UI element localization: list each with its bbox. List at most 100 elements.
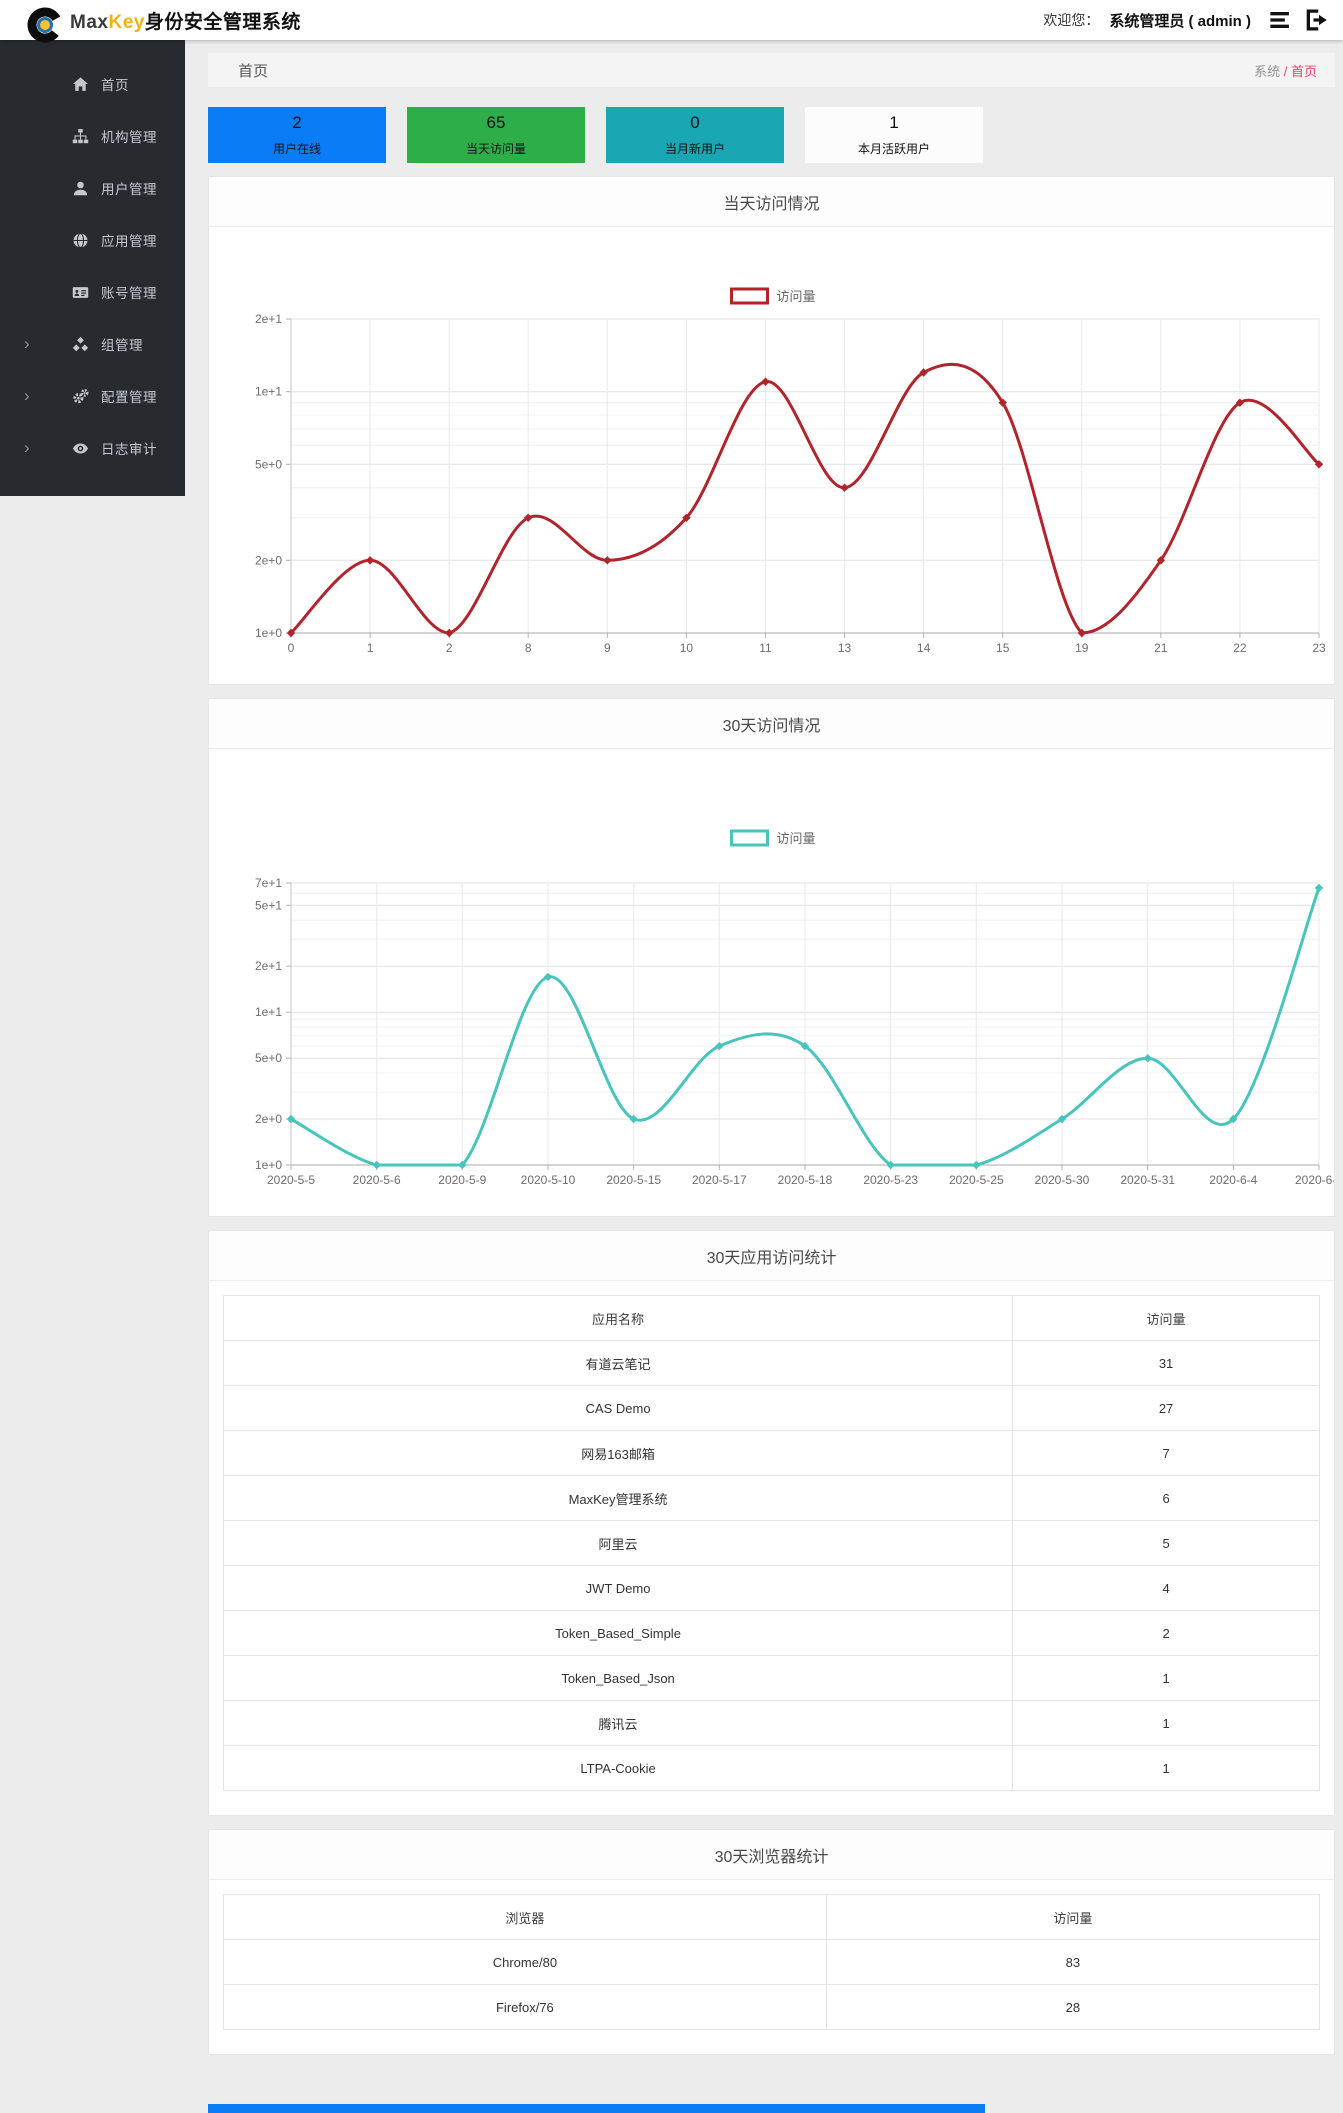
sidebar-item-config[interactable]: › 配置管理	[0, 370, 185, 422]
svg-text:访问量: 访问量	[777, 831, 816, 846]
svg-text:2020-5-6: 2020-5-6	[353, 1173, 401, 1187]
svg-text:19: 19	[1075, 641, 1089, 655]
table-cell: Chrome/80	[223, 1939, 827, 1985]
sidebar-item-groups[interactable]: › 组管理	[0, 318, 185, 370]
stat-card-4[interactable]: 1 本月活跃用户	[805, 107, 983, 163]
table-cell: 1	[1012, 1745, 1320, 1791]
svg-text:2020-5-23: 2020-5-23	[863, 1173, 918, 1187]
chevron-right-icon: ›	[24, 438, 30, 457]
svg-text:2: 2	[446, 641, 453, 655]
svg-text:2e+0: 2e+0	[255, 553, 282, 567]
panel-today-visits: 当天访问情况 2e+1 1e+1 5e+0 2e+0 1e+0 0 1 2 8 9 10 11 13 14…	[208, 176, 1335, 685]
chevron-right-icon: ›	[24, 334, 30, 353]
table-row: JWT Demo 4	[222, 1565, 1320, 1611]
table-cell: Firefox/76	[223, 1984, 827, 2030]
svg-text:2020-5-31: 2020-5-31	[1120, 1173, 1175, 1187]
table-row: LTPA-Cookie 1	[222, 1745, 1320, 1791]
svg-text:1e+0: 1e+0	[255, 1158, 282, 1172]
breadcrumb-separator: /	[1280, 63, 1291, 79]
sidebar-item-accounts[interactable]: 账号管理	[0, 266, 185, 318]
svg-text:9: 9	[604, 641, 611, 655]
chart-legend: 访问量	[730, 287, 816, 305]
svg-text:2020-5-30: 2020-5-30	[1035, 1173, 1090, 1187]
sidebar-item-label: 应用管理	[101, 234, 157, 249]
sidebar-item-label: 日志审计	[101, 442, 157, 457]
browser-stats-table-wrap: 浏览器 访问量 Chrome/80 83 Firefox/76 28	[209, 1880, 1334, 2054]
sidebar-item-apps[interactable]: 应用管理	[0, 214, 185, 266]
logout-icon[interactable]	[1303, 7, 1329, 33]
table-row: 有道云笔记 31	[222, 1340, 1320, 1386]
svg-text:2020-6-4: 2020-6-4	[1209, 1173, 1257, 1187]
table-row: CAS Demo 27	[222, 1385, 1320, 1431]
table-cell: 5	[1012, 1520, 1320, 1566]
table-cell: 4	[1012, 1565, 1320, 1611]
table-cell: 27	[1012, 1385, 1320, 1431]
table-cell: 有道云笔记	[222, 1340, 1014, 1386]
chart-legend: 访问量	[730, 829, 816, 847]
breadcrumb-root: 系统	[1254, 63, 1281, 79]
breadcrumb-trail: 系统 / 首页	[1254, 61, 1317, 80]
sidebar-item-home[interactable]: 首页	[0, 58, 185, 110]
sidebar-item-users[interactable]: 用户管理	[0, 162, 185, 214]
svg-text:21: 21	[1154, 641, 1168, 655]
table-cell: Token_Based_Json	[222, 1655, 1014, 1701]
svg-text:1e+1: 1e+1	[255, 385, 282, 399]
current-user: 系统管理员 ( admin )	[1109, 12, 1251, 30]
sidebar: 首页 机构管理 用户管理 应用管理 账号管理 › 组管理 › 配置管理 › 日志审计	[0, 40, 185, 496]
breadcrumb-current[interactable]: 首页	[1291, 64, 1317, 79]
svg-text:10: 10	[680, 641, 694, 655]
table-row: Chrome/80 83	[223, 1939, 1321, 1985]
table-header-row: 应用名称 访问量	[222, 1295, 1320, 1341]
sidebar-item-audit[interactable]: › 日志审计	[0, 422, 185, 474]
svg-text:0: 0	[288, 641, 295, 655]
svg-text:2020-5-15: 2020-5-15	[606, 1173, 661, 1187]
welcome-label: 欢迎您：	[1043, 12, 1100, 28]
table-row: Firefox/76 28	[223, 1984, 1321, 2030]
table-row: Token_Based_Json 1	[222, 1655, 1320, 1701]
user-icon	[70, 180, 90, 197]
svg-text:2020-5-18: 2020-5-18	[778, 1173, 833, 1187]
panel-header: 30天应用访问统计	[209, 1231, 1334, 1281]
table-row: Token_Based_Simple 2	[222, 1610, 1320, 1656]
session-list-icon[interactable]	[1267, 7, 1293, 33]
panel-header: 30天访问情况	[209, 699, 1334, 749]
bottom-bar	[208, 2104, 985, 2113]
panel-title: 30天浏览器统计	[714, 1848, 829, 1866]
globe-icon	[70, 232, 90, 249]
svg-text:13: 13	[838, 641, 852, 655]
svg-text:2020-5-10: 2020-5-10	[521, 1173, 576, 1187]
breadcrumb: 首页 系统 / 首页	[208, 53, 1335, 87]
maxkey-logo-icon	[27, 7, 63, 43]
sidebar-item-label: 账号管理	[101, 286, 157, 301]
stats-row: 2 用户在线 65 当天访问量 0 当月新用户 1 本月活跃用户	[208, 107, 1335, 163]
svg-text:14: 14	[917, 641, 931, 655]
svg-text:2020-6-5: 2020-6-5	[1295, 1173, 1334, 1187]
svg-text:2e+1: 2e+1	[255, 959, 282, 973]
sidebar-item-label: 机构管理	[101, 130, 157, 145]
panel-browser-stats: 30天浏览器统计 浏览器 访问量 Chrome/80 83 Firefox/76 28	[208, 1829, 1335, 2055]
sidebar-item-label: 组管理	[101, 338, 143, 353]
sidebar-item-org[interactable]: 机构管理	[0, 110, 185, 162]
stat-card-1[interactable]: 2 用户在线	[208, 107, 386, 163]
id-card-icon	[70, 284, 90, 301]
eye-icon	[70, 440, 90, 457]
table-cell: 83	[825, 1939, 1321, 1985]
panel-month-visits: 30天访问情况 7e+1 5e+1 2e+1 1e+1 5e+0 2e+0 1e+0 2020…	[208, 698, 1343, 1217]
table-row: 腾讯云 1	[222, 1700, 1320, 1746]
today-visits-chart: 2e+1 1e+1 5e+0 2e+0 1e+0 0 1 2 8 9 10 11 13 14 15 19 21 2…	[209, 227, 1334, 684]
app-visits-table: 应用名称 访问量 有道云笔记 31 CAS Demo 27 网易163邮箱 7 MaxKey管理…	[222, 1295, 1320, 1791]
svg-text:22: 22	[1233, 641, 1247, 655]
chevron-right-icon: ›	[24, 386, 30, 405]
svg-text:5e+0: 5e+0	[255, 1051, 282, 1065]
stat-card-3[interactable]: 0 当月新用户	[606, 107, 784, 163]
stat-card-2[interactable]: 65 当天访问量	[407, 107, 585, 163]
table-header-cell: 浏览器	[223, 1894, 827, 1940]
table-header-cell: 访问量	[825, 1894, 1321, 1940]
stat-label: 本月活跃用户	[857, 142, 930, 156]
table-cell: 腾讯云	[222, 1700, 1014, 1746]
stat-label: 当月新用户	[664, 142, 725, 156]
stat-value: 1	[889, 113, 899, 132]
svg-text:8: 8	[525, 641, 532, 655]
main-content: 首页 系统 / 首页 2 用户在线 65 当天访问量 0 当月新用户 1 本月活跃用户 当天访…	[185, 40, 1343, 2113]
svg-text:1: 1	[367, 641, 374, 655]
